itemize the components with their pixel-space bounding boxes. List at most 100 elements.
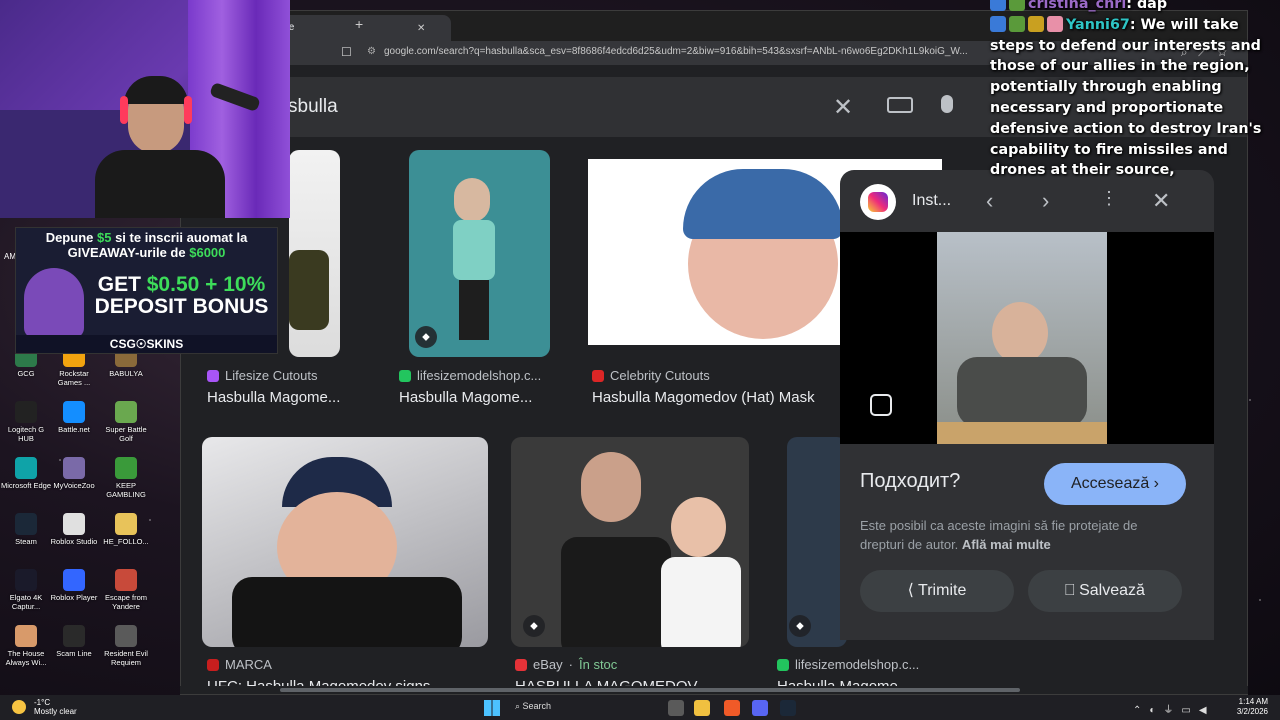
new-tab-icon[interactable]: + [355,16,363,32]
weather-widget[interactable]: -1°C Mostly clear [12,698,77,716]
desktop-icon[interactable]: Resident Evil Requiem [100,625,152,667]
ad-text-part: si te inscrii auomat la [115,230,248,245]
url-field[interactable]: ⚙ google.com/search?q=hasbulla&sca_esv=8f… [367,46,968,57]
search-query[interactable]: sbulla [288,96,338,118]
copyright-notice: Este posibil ca aceste imagini să fie pr… [860,516,1180,554]
result-image[interactable]: ⬥ [511,437,749,647]
desktop-icon-label: MyVoiceZoo [53,481,95,490]
ad-text: Depune $5 si te inscrii auomat la GIVEAW… [16,230,277,260]
desktop-icon-label: Battle.net [58,425,90,434]
brave-icon[interactable] [724,700,740,716]
ad-amount: $6000 [189,245,226,260]
ad-bonus-amount: $0.50 + 10% [146,273,266,296]
result-image[interactable] [289,150,340,357]
gift-icon [1047,15,1063,32]
visit-button[interactable]: Accesează › [1044,463,1186,505]
app-icon [63,625,85,647]
temperature: -1°C [34,698,51,707]
share-button[interactable]: ⟨ Trimite [860,570,1014,612]
result-source[interactable]: Lifesize Cutouts [207,368,318,383]
product-tag-icon: ⬥ [789,615,811,637]
result-source[interactable]: Celebrity Cutouts [592,368,710,383]
badge-icon [990,0,1006,11]
desktop-icon[interactable]: MyVoiceZoo [48,457,100,490]
save-label: Salvează [1079,582,1145,599]
bookmark-icon[interactable]: ☐ [341,45,352,59]
badge-icon [1009,0,1025,11]
result-title[interactable]: Hasbulla Magome... [399,389,559,406]
desktop-icon[interactable]: Escape from Yandere [100,569,152,611]
steam-icon[interactable] [780,700,796,716]
bookmark-save-icon: ⎕ [1065,582,1075,599]
source-label: MARCA [225,657,272,672]
result-image[interactable]: ⬥ [409,150,550,357]
desktop-icon[interactable]: Steam [0,513,52,546]
system-tray[interactable]: ⌃◐⏚▭◀ [1133,701,1215,716]
scrollbar-thumb[interactable] [280,688,1020,692]
start-icon[interactable] [484,700,500,716]
lens-icon[interactable] [870,394,892,416]
favicon [592,369,604,382]
chat-message: Yanni67: We will take steps to defend ou… [990,15,1262,179]
desktop-icon[interactable]: Elgato 4K Captur... [0,569,52,611]
app-icon [63,569,85,591]
desktop-icon[interactable]: Scam Line [48,625,100,658]
desktop-icon-label: Super Battle Golf [105,425,147,443]
desktop-icon-label: Microsoft Edge [0,481,52,490]
site-info-icon[interactable]: ⚙ [367,46,376,57]
ad-mascot [24,268,84,338]
desktop-icon-label: Escape from Yandere [104,593,148,611]
panel-site-name[interactable]: Inst... [912,192,951,210]
desktop-icon[interactable]: HE_FOLLO... [100,513,152,546]
microphone-icon[interactable] [941,95,953,113]
result-source[interactable]: lifesizemodelshop.c... [399,368,541,383]
more-icon[interactable]: ⋮ [1100,188,1118,209]
save-button[interactable]: ⎕ Salvează [1028,570,1182,612]
keyboard-icon[interactable] [887,97,913,113]
product-tag-icon: ⬥ [415,326,437,348]
source-label: Celebrity Cutouts [610,368,710,383]
chevron-left-icon[interactable]: ‹ [986,188,993,214]
result-title[interactable]: Hasbulla Magomedov (Hat) Mask [592,389,842,406]
desktop-icon[interactable]: Battle.net [48,401,100,434]
desktop-icon[interactable]: Super Battle Golf [100,401,152,443]
preview-image[interactable] [840,232,1214,444]
url-text: google.com/search?q=hasbulla&sca_esv=8f8… [383,46,968,57]
result-source[interactable]: MARCA [207,657,272,672]
app-icon [115,625,137,647]
desktop-icon[interactable]: KEEP GAMBLING [100,457,152,499]
result-source[interactable]: lifesizemodelshop.c... [777,657,919,672]
app-icon [63,457,85,479]
ad-bonus-part: DEPOSIT BONUS [94,295,269,318]
source-label: lifesizemodelshop.c... [795,657,920,672]
result-source[interactable]: eBay · În stoc [515,657,617,672]
weather-condition: Mostly clear [34,707,77,716]
tab-close-icon[interactable]: ✕ [417,23,425,34]
taskbar-search[interactable]: ⌕ Search [515,701,551,712]
result-title[interactable]: Hasbulla Magome... [207,389,367,406]
desktop-icon[interactable]: Logitech G HUB [0,401,52,443]
app-icon [15,401,37,423]
chevron-right-icon[interactable]: › [1042,188,1049,214]
app-icon [63,401,85,423]
task-view-icon[interactable] [668,700,684,716]
ad-bonus: GET $0.50 + 10% DEPOSIT BONUS [84,273,277,318]
result-image[interactable]: ⬥ [787,437,847,647]
close-icon[interactable]: ✕ [1152,188,1170,214]
search-label: Search [522,701,552,711]
clear-icon[interactable]: ✕ [833,93,853,122]
source-label: lifesizemodelshop.c... [417,368,542,383]
desktop-icon[interactable]: Roblox Studio [48,513,100,546]
app-icon [115,457,137,479]
discord-icon[interactable] [752,700,768,716]
desktop-icon[interactable]: Roblox Player [48,569,100,602]
learn-more-link[interactable]: Află mai multe [962,537,1051,552]
desktop-icon[interactable]: Microsoft Edge [0,457,52,490]
horizontal-scrollbar[interactable] [180,686,1248,694]
app-icon [15,457,37,479]
clock[interactable]: 1:14 AM 3/2/2026 [1237,697,1268,717]
file-explorer-icon[interactable] [694,700,710,716]
desktop-icon[interactable]: The House Always Wi... [0,625,52,667]
app-icon [115,513,137,535]
result-image[interactable] [202,437,488,647]
